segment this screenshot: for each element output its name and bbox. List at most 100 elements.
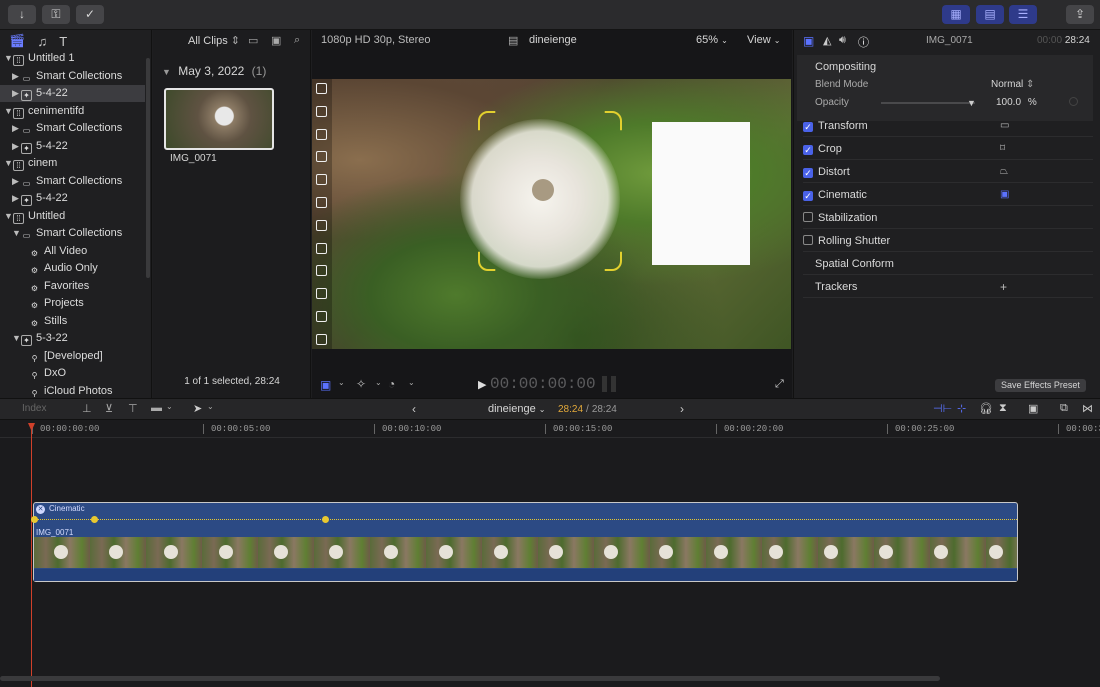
library-item[interactable]: ⚙ Projects (0, 295, 84, 312)
video-frame[interactable] (312, 79, 791, 349)
playhead[interactable] (31, 424, 32, 687)
chevron-down-icon[interactable]: ⌄ (338, 378, 345, 387)
opacity-slider[interactable] (881, 102, 975, 104)
library-item[interactable]: ⚲ iCloud Photos (0, 383, 113, 400)
library-item[interactable]: ▼ ⁞⁞ cinem (0, 155, 57, 172)
opacity-slider-knob[interactable]: ▼ (967, 98, 976, 108)
library-item[interactable]: ▶ ▭ Smart Collections (0, 120, 122, 137)
inspector-row[interactable]: ✓ Transform ▭ (803, 115, 1093, 137)
enable-checkbox[interactable]: ✓ (803, 145, 813, 155)
keyframe-marker[interactable] (322, 516, 329, 523)
inspector-row[interactable]: Spatial Conform (803, 253, 1093, 275)
disclosure-icon[interactable]: ▼ (4, 103, 13, 120)
library-item[interactable]: ▼ ✦ 5-3-22 (0, 330, 68, 347)
focus-point-marker[interactable] (316, 83, 327, 94)
info-inspector-tab[interactable]: ⓘ (858, 34, 869, 50)
clip-appearance-icon[interactable]: ▭ (248, 34, 258, 47)
focus-point-marker[interactable] (316, 265, 327, 277)
enhance-wand-icon[interactable]: ✧ (356, 377, 366, 391)
keyword-button[interactable]: ⚿ (42, 5, 70, 24)
video-effects-icon[interactable]: ▣ (320, 378, 331, 392)
compositing-header[interactable]: Compositing (815, 61, 876, 73)
crop-icon[interactable]: ⌑ (1000, 138, 1005, 160)
insert-clip-icon[interactable]: ⊻ (105, 402, 113, 415)
inspector-row[interactable]: ✓ Cinematic ▣ (803, 184, 1093, 206)
select-tool-icon[interactable]: ➤ (193, 402, 202, 415)
distort-icon[interactable]: ⏢ (1000, 161, 1008, 183)
show-browser-button[interactable]: ▦ (942, 5, 970, 24)
blend-mode-popup[interactable]: Normal ⇕ (991, 79, 1034, 90)
library-item[interactable]: ⚙ Favorites (0, 278, 89, 295)
keyframe-marker[interactable] (91, 516, 98, 523)
timeline-scrollbar[interactable] (0, 676, 940, 681)
view-dropdown[interactable]: View ⌄ (747, 34, 780, 46)
clip-thumbnail[interactable] (164, 88, 274, 150)
enable-checkbox[interactable] (803, 235, 813, 245)
disclosure-icon[interactable]: ▶ (12, 68, 21, 85)
keyframe-button[interactable] (1069, 97, 1078, 106)
disclosure-icon[interactable]: ▶ (12, 85, 21, 102)
enable-checkbox[interactable]: ✓ (803, 191, 813, 201)
enable-checkbox[interactable]: ✓ (803, 122, 813, 132)
inspector-row[interactable]: ✓ Crop ⌑ (803, 138, 1093, 160)
keyframe-marker[interactable] (31, 516, 38, 523)
library-item[interactable]: ▶ ▭ Smart Collections (0, 68, 122, 85)
zoom-dropdown[interactable]: 65% ⌄ (696, 34, 728, 46)
inspector-row[interactable]: Stabilization (803, 207, 1093, 229)
cinematic-keyframe-lane[interactable] (34, 519, 1017, 520)
timeline-forward-button[interactable]: › (680, 402, 684, 416)
disclosure-icon[interactable]: ▶ (12, 173, 21, 190)
focus-point-marker[interactable] (316, 219, 327, 231)
chevron-down-icon[interactable]: ⌄ (375, 378, 382, 387)
library-item[interactable]: ▶ ▭ Smart Collections (0, 173, 122, 190)
cinematic-icon[interactable]: ▣ (1000, 184, 1009, 206)
show-timeline-button[interactable]: ▤ (976, 5, 1004, 24)
share-button[interactable]: ⇪ (1066, 5, 1094, 24)
timeline-clip[interactable]: ✕ Cinematic IMG_0071 (31, 502, 1018, 582)
opacity-value[interactable]: 100.0 % (996, 97, 1037, 108)
library-item[interactable]: ▶ ✦ 5-4-22 (0, 190, 68, 207)
snapping-icon[interactable]: ⧗ (999, 402, 1007, 415)
library-item[interactable]: ⚙ All Video (0, 243, 87, 260)
plus-icon[interactable]: + (1000, 276, 1007, 298)
chevron-down-icon[interactable]: ⌄ (207, 402, 214, 411)
library-item[interactable]: ⚲ DxO (0, 365, 66, 382)
library-item[interactable]: ▶ ✦ 5-4-22 (0, 138, 68, 155)
focus-point-marker[interactable] (316, 242, 327, 254)
clip-appearance-icon[interactable]: ▣ (1028, 402, 1038, 415)
disclosure-icon[interactable]: ▶ (12, 190, 21, 207)
effects-browser-icon[interactable]: ⧉ (1060, 402, 1068, 415)
music-photo-icon[interactable]: ♫ (38, 34, 48, 49)
timeline[interactable]: 00:00:00:00 00:00:05:00 00:00:10:00 00:00:1… (0, 420, 1100, 687)
inspector-row[interactable]: Rolling Shutter (803, 230, 1093, 252)
disclosure-icon[interactable]: ▶ (12, 120, 21, 137)
background-tasks-button[interactable]: ✓ (76, 5, 104, 24)
audio-skimming-icon[interactable]: ⊹ (957, 402, 966, 415)
skimming-icon[interactable]: ⊣⊢ (933, 402, 952, 415)
import-button[interactable]: ↓ (8, 5, 36, 24)
titles-icon[interactable]: T (59, 34, 67, 49)
disclosure-icon[interactable]: ▶ (12, 138, 21, 155)
disclosure-icon[interactable]: ▼ (12, 330, 21, 347)
index-button[interactable]: Index (22, 403, 46, 414)
append-clip-icon[interactable]: ⊤ (128, 402, 138, 415)
fullscreen-icon[interactable]: ⤢ (775, 378, 784, 391)
focus-point-marker[interactable] (316, 333, 327, 345)
focus-point-marker[interactable] (316, 151, 327, 163)
library-item[interactable]: ⚲ [Developed] (0, 348, 103, 365)
library-item[interactable]: ▼ ▭ Smart Collections (0, 225, 122, 242)
library-item[interactable]: ▼ ⁞⁞ Untitled (0, 208, 65, 225)
chevron-down-icon[interactable]: ⌄ (166, 402, 173, 411)
library-item[interactable]: ▼ ⁞⁞ Untitled 1 (0, 50, 74, 67)
disclosure-icon[interactable]: ▼ (12, 225, 21, 242)
transitions-browser-icon[interactable]: ⋈ (1082, 402, 1093, 415)
library-item[interactable]: ⚙ Audio Only (0, 260, 98, 277)
timeline-ruler[interactable]: 00:00:00:00 00:00:05:00 00:00:10:00 00:00:1… (0, 420, 1100, 438)
save-effects-preset-button[interactable]: Save Effects Preset (995, 379, 1086, 392)
timeline-back-button[interactable]: ‹ (412, 402, 416, 416)
focus-point-marker[interactable] (316, 197, 327, 208)
clapper-icon[interactable]: 🎬︎ (9, 33, 26, 49)
focus-bracket[interactable] (478, 111, 622, 271)
date-group-header[interactable]: ▼ May 3, 2022 (1) (162, 64, 266, 78)
inspector-row[interactable]: ✓ Distort ⏢ (803, 161, 1093, 183)
